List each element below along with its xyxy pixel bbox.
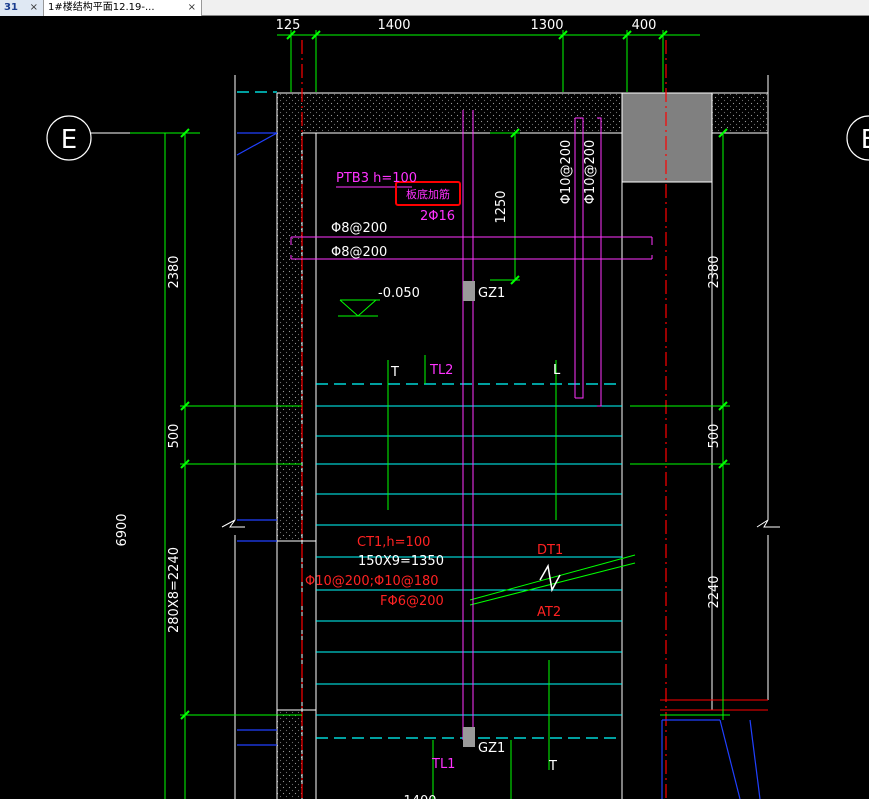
gz1-label-bottom: GZ1: [478, 741, 505, 756]
tl-mark-left: T: [390, 365, 399, 380]
dim-top-1300: 1300: [530, 18, 563, 33]
axis-label-right: E: [861, 125, 869, 155]
axis-label-left: E: [61, 125, 77, 155]
rebar-phi8-top: Φ8@200: [331, 221, 387, 236]
axis-bubble-left: E: [46, 115, 130, 161]
dim-left-2380: 2380: [167, 255, 182, 288]
tl1-label: TL1: [431, 757, 455, 772]
elevation-label: -0.050: [378, 286, 420, 301]
tl2-label: TL2: [429, 363, 453, 378]
steps-label: 150X9=1350: [358, 554, 444, 569]
dim-left-6900: 6900: [115, 513, 130, 546]
gz1-label-top: GZ1: [478, 286, 505, 301]
rebar-phi10-a: Φ10@200: [559, 140, 574, 205]
blue-walls: [236, 132, 761, 799]
red-texts: CT1,h=100 Φ10@200;Φ10@180 FΦ6@200 DT1 AT…: [305, 535, 563, 620]
ptb-label: PTB3 h=100: [336, 171, 417, 186]
dim-right-2240: 2240: [707, 575, 722, 608]
cad-drawing-canvas[interactable]: E E 125 1400 1300 400 2380 500 280X8=224…: [0, 16, 869, 799]
rebar-phi8-bottom: Φ8@200: [331, 245, 387, 260]
tl-mark-right: L: [553, 363, 561, 378]
dim-inner-1250: 1250: [494, 190, 509, 223]
dt1-label: DT1: [537, 543, 563, 558]
dim-top-400: 400: [632, 18, 657, 33]
close-icon[interactable]: ×: [188, 0, 196, 15]
tab-bar: 31 × 1#楼结构平面12.19-... ×: [0, 0, 869, 16]
dim-left-500: 500: [167, 424, 182, 449]
ct1-dist: FΦ6@200: [380, 594, 444, 609]
axis-lines: [301, 40, 667, 799]
rebar-2phi16: 2Φ16: [420, 209, 455, 224]
dim-right-500: 500: [707, 424, 722, 449]
wall-hatch-left: [277, 133, 302, 799]
tl-mark-bottom: T: [548, 759, 557, 774]
column: [621, 92, 713, 183]
red-outlines: [660, 699, 768, 711]
tab-label: 1#楼结构平面12.19-...: [48, 2, 155, 13]
dim-top-125: 125: [276, 18, 301, 33]
axis-bubble-right: E: [846, 115, 869, 161]
tab-drawing-31[interactable]: 31 ×: [0, 0, 44, 16]
rebar-phi10-b: Φ10@200: [583, 140, 598, 205]
wall-outlines: [221, 75, 780, 799]
dim-bottom-1400: 1400: [403, 794, 436, 799]
ct1-rebar: Φ10@200;Φ10@180: [305, 574, 439, 589]
gz1-column-top: [463, 281, 475, 301]
at2-label: AT2: [537, 605, 561, 620]
dim-right-2380: 2380: [707, 255, 722, 288]
dim-top-1400: 1400: [377, 18, 410, 33]
close-icon[interactable]: ×: [30, 0, 38, 15]
magenta-texts: PTB3 h=100 板底加筋 2Φ16 Φ8@200 Φ8@200 Φ10@2…: [331, 140, 598, 772]
gz1-column-bottom: [463, 727, 475, 747]
tab-label: 31: [4, 2, 18, 13]
tab-structure-plan[interactable]: 1#楼结构平面12.19-... ×: [44, 0, 202, 16]
highlight-label: 板底加筋: [406, 187, 450, 201]
ct1-label: CT1,h=100: [357, 535, 430, 550]
dim-left-2240: 280X8=2240: [167, 547, 182, 633]
